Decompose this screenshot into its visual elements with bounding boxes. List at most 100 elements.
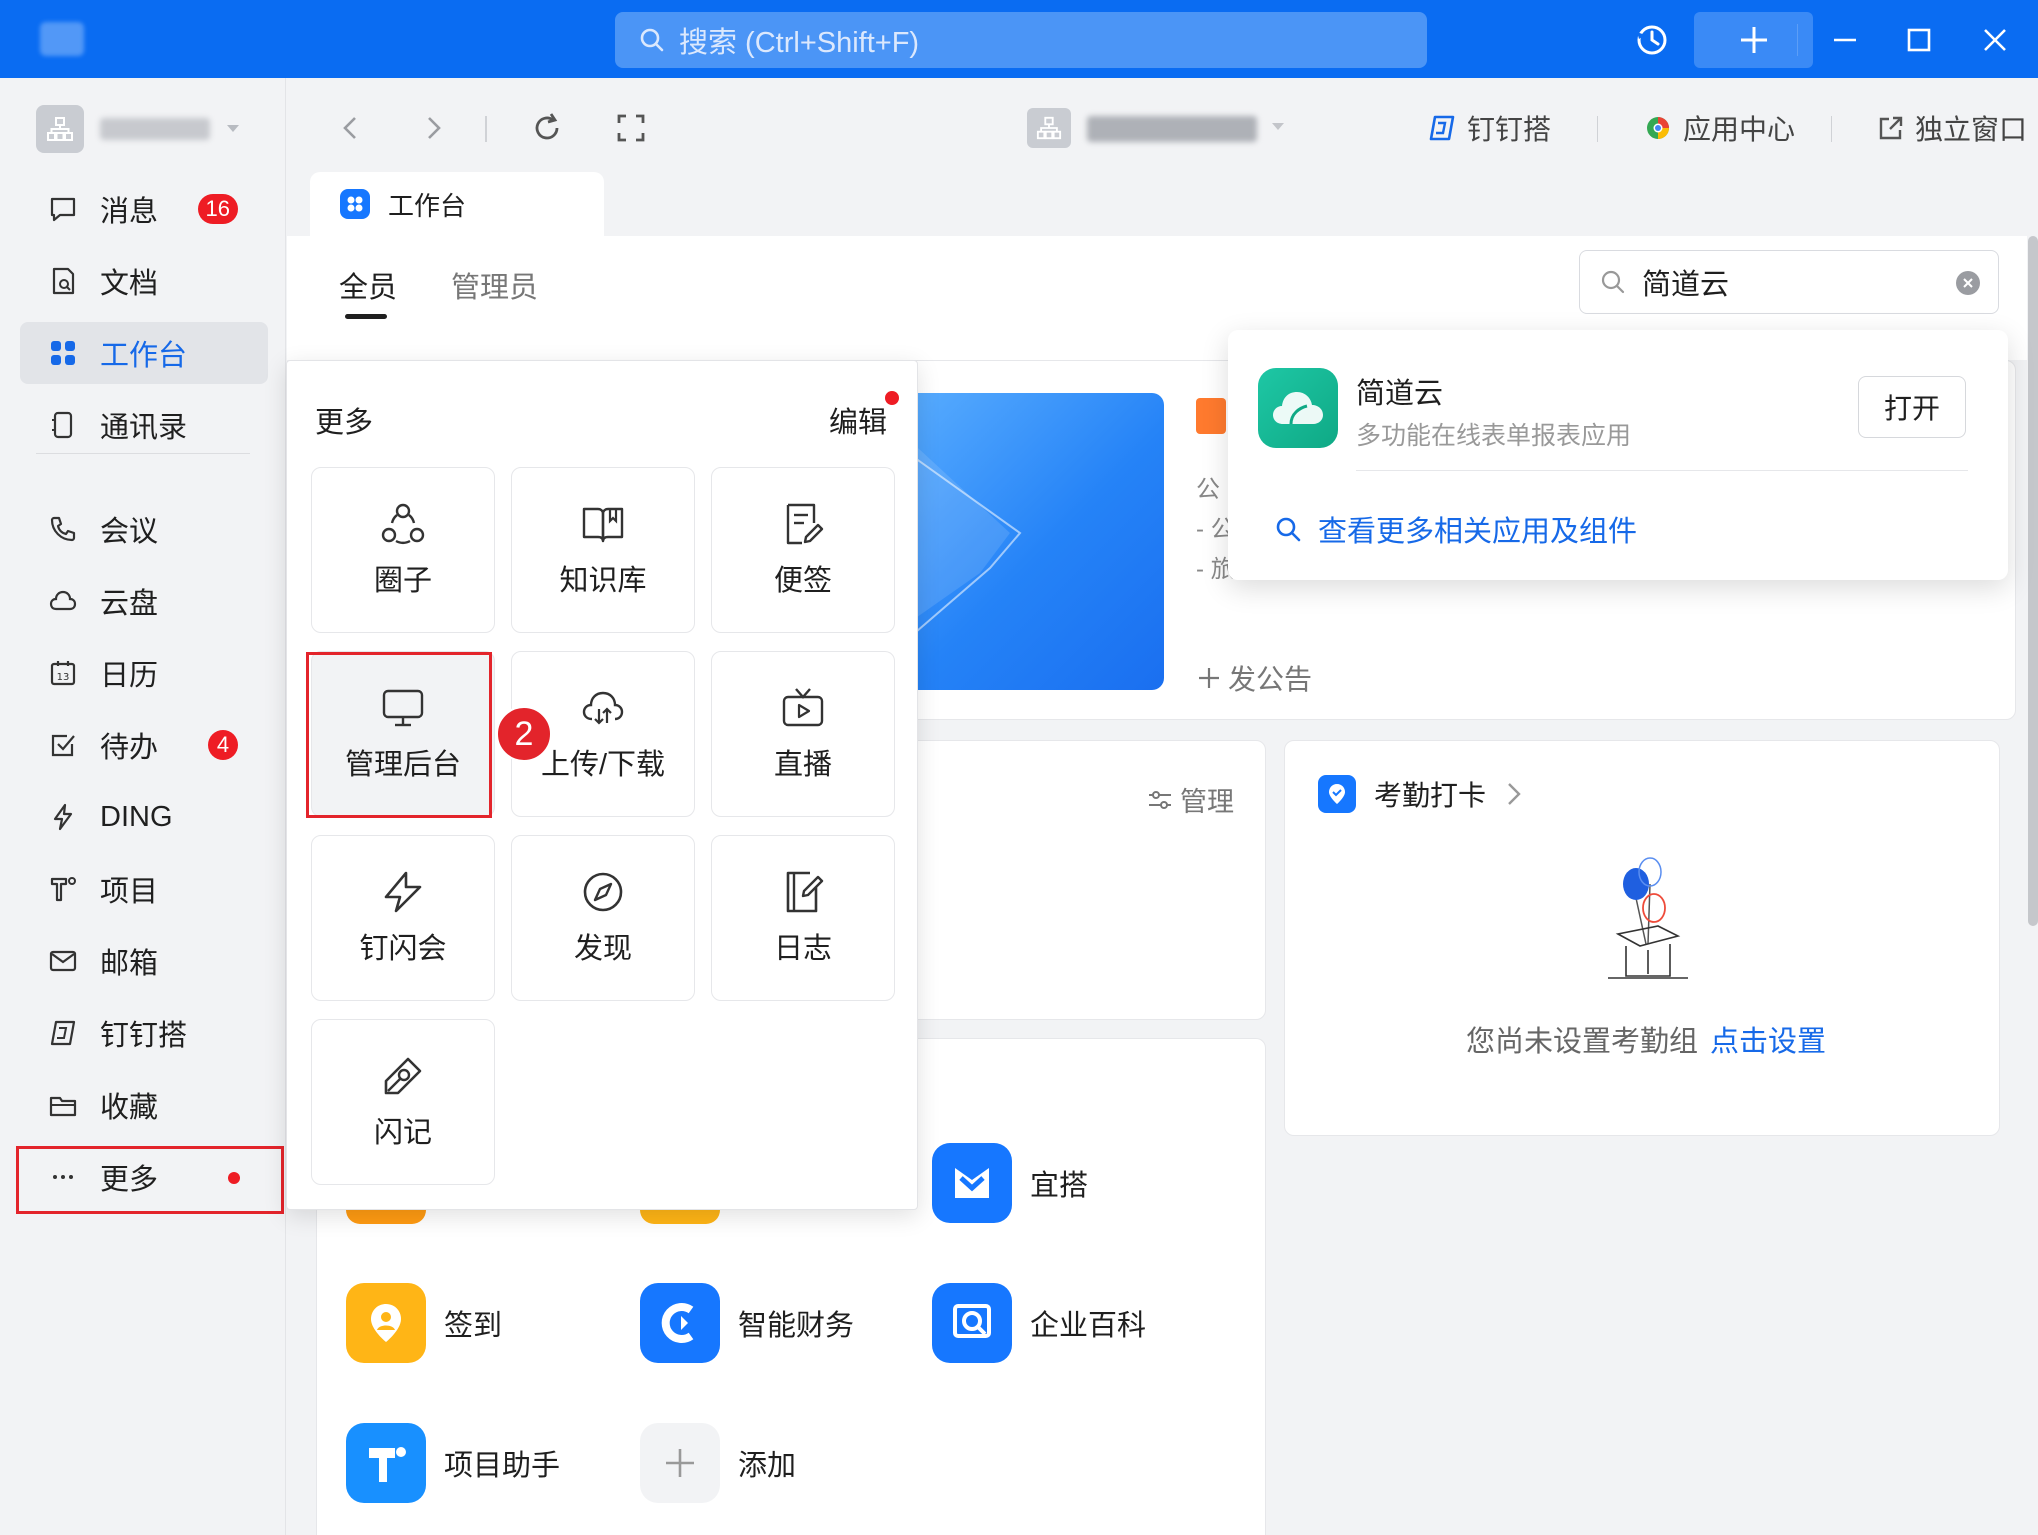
- app-center-link[interactable]: 应用中心: [1643, 108, 1795, 148]
- sidebar-item-favorites[interactable]: 收藏: [20, 1074, 268, 1136]
- phone-icon: [46, 512, 80, 546]
- finance-icon: [640, 1283, 720, 1363]
- view-more-related-link[interactable]: 查看更多相关应用及组件: [1274, 508, 1637, 550]
- tile-sticky-note[interactable]: 便签: [711, 467, 895, 633]
- sidebar-item-dingda[interactable]: 钉钉搭: [20, 1002, 268, 1064]
- attendance-title-label: 考勤打卡: [1374, 780, 1487, 811]
- refresh-button[interactable]: [527, 108, 567, 148]
- contacts-icon: [46, 408, 80, 442]
- dingda-link[interactable]: 钉钉搭: [1427, 108, 1551, 148]
- tv-icon: [780, 685, 826, 731]
- edit-button[interactable]: 编辑: [829, 399, 887, 441]
- view-more-label: 查看更多相关应用及组件: [1318, 516, 1638, 548]
- calendar-icon: 13: [46, 656, 80, 690]
- folder-icon: [46, 1088, 80, 1122]
- scrollbar[interactable]: [2028, 236, 2038, 926]
- caret-down-icon[interactable]: [1271, 122, 1285, 132]
- manage-button[interactable]: 管理: [1146, 780, 1234, 819]
- grid-apps-icon: [340, 189, 370, 219]
- maximize-button[interactable]: [1894, 12, 1944, 68]
- org-avatar[interactable]: [1027, 108, 1071, 148]
- project-icon: [46, 872, 80, 906]
- new-dot: [885, 391, 899, 405]
- sidebar-item-mail[interactable]: 邮箱: [20, 930, 268, 992]
- post-announcement-label: 发公告: [1228, 664, 1313, 695]
- setup-attendance-link[interactable]: 点击设置: [1710, 1026, 1826, 1058]
- app-label: 项目助手: [444, 1450, 561, 1482]
- sidebar-item-messages[interactable]: 消息 16: [20, 178, 268, 240]
- highlight-box-admin-console: [306, 652, 492, 818]
- forward-button[interactable]: [413, 108, 453, 148]
- org-chart-icon: [1036, 115, 1062, 141]
- app-add[interactable]: 添加: [640, 1423, 796, 1503]
- search-icon: [639, 27, 665, 53]
- sidebar-item-docs[interactable]: 文档: [20, 250, 268, 312]
- tab-label: 工作台: [388, 190, 467, 221]
- app-checkin[interactable]: 签到: [346, 1283, 502, 1363]
- app-search-input[interactable]: 简道云: [1579, 250, 1999, 314]
- sidebar-item-todo[interactable]: 待办 4: [20, 714, 268, 776]
- tile-discover[interactable]: 发现: [511, 835, 695, 1001]
- tile-live[interactable]: 直播: [711, 651, 895, 817]
- attendance-empty-text: 您尚未设置考勤组 点击设置: [1466, 1018, 1826, 1060]
- tab-workbench[interactable]: 工作台: [310, 172, 604, 236]
- search-icon: [1274, 515, 1302, 543]
- sidebar-item-meeting[interactable]: 会议: [20, 498, 268, 560]
- open-app-button[interactable]: 打开: [1858, 376, 1966, 438]
- tile-circle[interactable]: 圈子: [311, 467, 495, 633]
- fullscreen-button[interactable]: [611, 108, 651, 148]
- post-announcement-button[interactable]: 发公告: [1196, 658, 1312, 698]
- flash-icon: [380, 869, 426, 915]
- tile-label: 上传/下载: [540, 749, 666, 781]
- active-tab-indicator: [345, 314, 387, 319]
- sidebar-item-contacts[interactable]: 通讯录: [20, 394, 268, 456]
- tile-ding-flash-meeting[interactable]: 钉闪会: [311, 835, 495, 1001]
- caret-down-icon: [226, 124, 240, 134]
- sidebar-item-calendar[interactable]: 13 日历: [20, 642, 268, 704]
- app-logo: [40, 22, 84, 56]
- plus-icon: [640, 1423, 720, 1503]
- banner-image[interactable]: [880, 393, 1164, 690]
- circle-group-icon: [380, 501, 426, 547]
- pen-icon: [380, 1053, 426, 1099]
- tab-all-members[interactable]: 全员: [339, 264, 397, 306]
- tile-log[interactable]: 日志: [711, 835, 895, 1001]
- project-assistant-icon: [346, 1423, 426, 1503]
- app-label: 宜搭: [1030, 1170, 1089, 1202]
- app-smart-finance[interactable]: 智能财务: [640, 1283, 854, 1363]
- app-yida[interactable]: 宜搭: [932, 1143, 1088, 1223]
- minimize-button[interactable]: [1820, 12, 1870, 68]
- org-name-blurred[interactable]: [1087, 116, 1257, 142]
- sidebar-item-label: 会议: [100, 516, 159, 548]
- unread-badge: 16: [197, 194, 238, 224]
- toolbar-divider: [1831, 116, 1832, 142]
- create-button[interactable]: [1694, 12, 1813, 68]
- tile-flash-note[interactable]: 闪记: [311, 1019, 495, 1185]
- tile-knowledge-base[interactable]: 知识库: [511, 467, 695, 633]
- result-app-name[interactable]: 简道云: [1356, 370, 1443, 412]
- history-button[interactable]: [1625, 12, 1679, 68]
- back-button[interactable]: [331, 108, 371, 148]
- result-divider: [1356, 470, 1968, 471]
- org-name-blurred: [100, 118, 210, 140]
- app-project-assistant[interactable]: 项目助手: [346, 1423, 560, 1503]
- yida-icon: [932, 1143, 1012, 1223]
- org-switcher[interactable]: [36, 104, 256, 154]
- global-search-bar[interactable]: 搜索 (Ctrl+Shift+F): [615, 12, 1427, 68]
- close-window-button[interactable]: [1970, 12, 2020, 68]
- sidebar-item-workbench[interactable]: 工作台: [20, 322, 268, 384]
- standalone-window-link[interactable]: 独立窗口: [1877, 108, 2027, 148]
- sidebar-item-project[interactable]: 项目: [20, 858, 268, 920]
- sidebar-item-label: 待办: [100, 732, 159, 764]
- attendance-title[interactable]: 考勤打卡: [1318, 774, 1522, 814]
- checkbox-icon: [46, 728, 80, 762]
- sidebar-item-cloud-drive[interactable]: 云盘: [20, 570, 268, 632]
- toolbar-divider: [485, 116, 487, 142]
- tab-admins[interactable]: 管理员: [451, 264, 538, 306]
- clear-search-button[interactable]: [1956, 271, 1980, 295]
- org-avatar: [36, 105, 84, 153]
- checkin-icon: [346, 1283, 426, 1363]
- app-enterprise-wiki[interactable]: 企业百科: [932, 1283, 1146, 1363]
- sidebar-item-label: 收藏: [100, 1092, 159, 1124]
- sidebar-item-ding[interactable]: DING: [20, 786, 268, 848]
